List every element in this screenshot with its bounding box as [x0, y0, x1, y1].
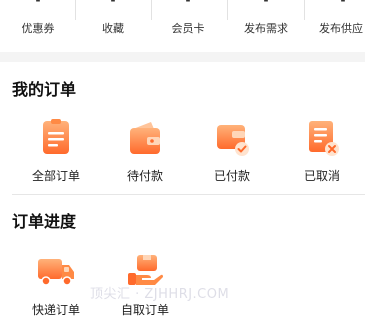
cancelled-button[interactable]: 已取消 — [287, 117, 357, 184]
stat-label: 发布供应 — [319, 22, 363, 35]
stat-post-demand[interactable]: - 发布需求 — [228, 0, 304, 44]
section-divider — [12, 194, 365, 195]
stat-value: - — [110, 0, 116, 7]
stat-post-supply[interactable]: - 发布供应 — [305, 0, 365, 44]
express-orders-label: 快递订单 — [31, 303, 80, 317]
stat-favorites[interactable]: - 收藏 — [75, 0, 151, 44]
stat-value: - — [185, 0, 191, 7]
paid-card-icon — [217, 125, 249, 156]
delivery-truck-icon — [38, 259, 74, 286]
express-orders-button[interactable]: 快递订单 — [21, 251, 91, 318]
pending-payment-button[interactable]: 待付款 — [110, 117, 180, 184]
paid-button[interactable]: 已付款 — [197, 117, 267, 184]
wallet-icon — [130, 122, 160, 154]
cancelled-doc-icon — [309, 121, 339, 156]
all-orders-label: 全部订单 — [31, 169, 80, 183]
orders-section-title: 我的订单 — [12, 80, 77, 99]
paid-label: 已付款 — [213, 169, 250, 183]
stat-label: 收藏 — [102, 22, 124, 35]
all-orders-button[interactable]: 全部订单 — [21, 117, 91, 184]
stat-value: - — [263, 0, 269, 7]
cancelled-label: 已取消 — [303, 169, 340, 183]
stat-value: - — [340, 0, 346, 7]
stat-label: 会员卡 — [171, 22, 205, 35]
watermark: 顶尖汇 · ZJHHRJ.COM — [90, 287, 230, 302]
stat-value: - — [35, 0, 41, 7]
pickup-orders-label: 自取订单 — [120, 303, 169, 317]
order-list-icon — [43, 119, 69, 154]
progress-section-title: 订单进度 — [12, 212, 77, 231]
pending-payment-label: 待付款 — [126, 169, 163, 183]
stat-label: 发布需求 — [244, 22, 288, 35]
stat-coupons[interactable]: - 优惠券 — [0, 0, 76, 44]
section-spacer — [0, 52, 365, 62]
stat-label: 优惠券 — [21, 22, 55, 35]
stats-bar: - 优惠券 - 收藏 - 会员卡 - 发布需求 - 发布供应 — [0, 0, 365, 44]
stat-member-card[interactable]: - 会员卡 — [150, 0, 226, 44]
